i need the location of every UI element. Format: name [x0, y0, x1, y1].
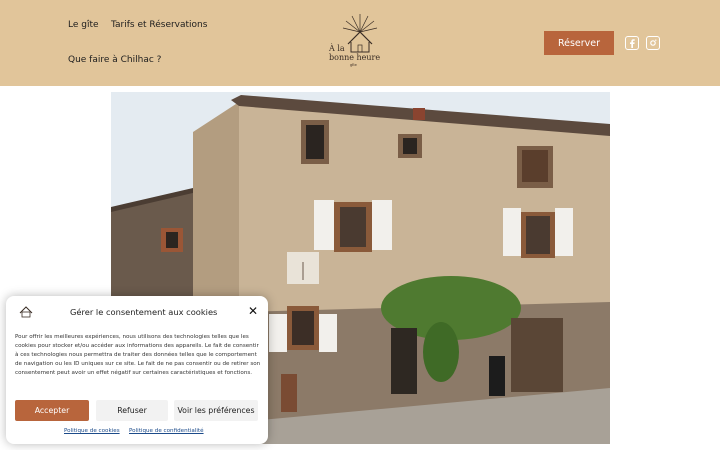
- cookie-banner-title: Gérer le consentement aux cookies: [70, 307, 218, 317]
- logo-line-1: À la: [329, 44, 345, 53]
- instagram-icon[interactable]: [646, 36, 660, 50]
- cookie-policy-link[interactable]: Politique de cookies: [64, 428, 120, 434]
- nav-tarifs-reservations[interactable]: Tarifs et Réservations: [111, 20, 207, 30]
- site-logo[interactable]: À la bonne heure gîte: [326, 12, 388, 70]
- accept-button[interactable]: Accepter: [15, 400, 89, 421]
- logo-line-3: gîte: [350, 63, 357, 67]
- reserve-button[interactable]: Réserver: [544, 31, 614, 55]
- refuse-button[interactable]: Refuser: [96, 400, 168, 421]
- site-header: Le gîte Tarifs et Réservations Que faire…: [0, 0, 720, 86]
- nav-que-faire[interactable]: Que faire à Chilhac ?: [68, 55, 161, 65]
- facebook-icon[interactable]: [625, 36, 639, 50]
- close-icon[interactable]: ✕: [248, 305, 258, 317]
- cookie-banner-text: Pour offrir les meilleures expériences, …: [15, 334, 261, 376]
- cookie-banner-logo-icon: [19, 306, 33, 318]
- cookie-consent-banner: Gérer le consentement aux cookies ✕ Pour…: [6, 296, 268, 444]
- privacy-policy-link[interactable]: Politique de confidentialité: [129, 428, 204, 434]
- preferences-button[interactable]: Voir les préférences: [174, 400, 258, 421]
- logo-line-2: bonne heure: [329, 53, 381, 62]
- nav-le-gite[interactable]: Le gîte: [68, 20, 99, 30]
